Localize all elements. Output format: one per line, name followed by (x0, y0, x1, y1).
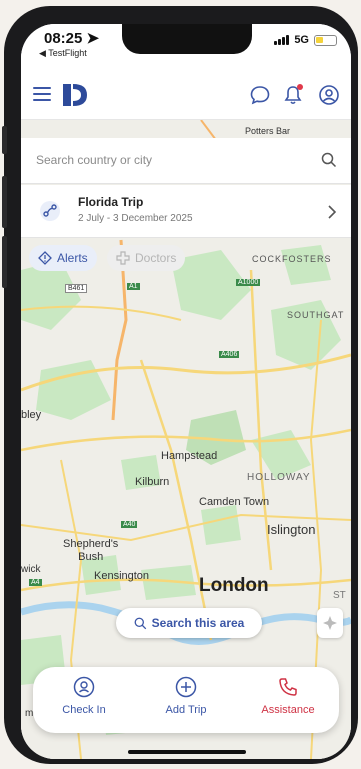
trip-title: Florida Trip (78, 195, 144, 209)
app-logo (63, 84, 87, 106)
map-label-kensington: Kensington (94, 570, 150, 582)
map-label-hampstead: Hampstead (161, 450, 218, 462)
medical-cross-icon (116, 251, 130, 265)
map-label-st: ST (333, 590, 346, 601)
alert-icon (38, 251, 52, 265)
mute-switch (2, 126, 7, 154)
location-arrow-icon: ➤ (86, 30, 100, 47)
search-this-area-button[interactable]: Search this area (116, 608, 262, 638)
nav-assistance[interactable]: Assistance (237, 667, 339, 733)
nav-assistance-label: Assistance (261, 704, 315, 716)
volume-up-button (2, 176, 7, 228)
map-view[interactable]: Potters Bar Search country or city Flori… (21, 120, 351, 759)
nav-add-trip-label: Add Trip (165, 704, 207, 716)
nav-check-in[interactable]: Check In (33, 667, 135, 733)
road-badge-a1: A1 (127, 283, 140, 290)
map-label-islington: Islington (267, 522, 316, 537)
road-badge-a406: A406 (219, 351, 240, 358)
search-bar[interactable]: Search country or city (21, 138, 351, 184)
locate-me-button[interactable] (317, 608, 343, 638)
search-area-icon (134, 617, 146, 629)
phone-icon (279, 678, 297, 696)
chevron-right-icon (328, 205, 337, 219)
map-label-shepherds-bush: Shepherd's Bush (63, 538, 119, 563)
map-label-wembley: bley (21, 409, 42, 421)
road-badge-b461: B461 (65, 284, 88, 293)
doctors-filter-label: Doctors (135, 251, 177, 265)
trip-card[interactable]: Florida Trip 2 July - 3 December 2025 (21, 185, 351, 238)
notifications-button[interactable] (281, 83, 305, 107)
profile-icon[interactable] (317, 83, 341, 107)
app-header (21, 70, 351, 120)
route-icon (40, 201, 60, 221)
trip-dates: 2 July - 3 December 2025 (78, 213, 193, 224)
nav-add-trip[interactable]: Add Trip (135, 667, 237, 733)
map-label-southgate: SOUTHGAT (287, 310, 345, 320)
crosshair-icon (323, 616, 337, 630)
menu-icon[interactable] (33, 87, 51, 105)
map-label-holloway: HOLLOWAY (247, 472, 311, 483)
notification-dot (297, 84, 303, 90)
search-icon[interactable] (321, 152, 337, 168)
chat-icon[interactable] (248, 83, 272, 107)
doctors-filter-chip[interactable]: Doctors (107, 245, 186, 271)
road-badge-a1000: A1000 (236, 279, 261, 286)
alerts-filter-chip[interactable]: Alerts (29, 245, 97, 271)
bottom-navigation: Check In Add Trip Assistance (33, 667, 339, 733)
notch (122, 24, 252, 54)
search-input[interactable]: Search country or city (36, 153, 152, 167)
volume-down-button (2, 236, 7, 288)
signal-icon (274, 35, 290, 45)
back-app-label: TestFlight (48, 48, 87, 58)
status-time: 08:25 ➤ (44, 30, 100, 47)
map-label-cockfosters: COCKFOSTERS (252, 254, 332, 264)
battery-icon (314, 34, 337, 46)
add-trip-icon (175, 676, 197, 698)
map-label-london: London (199, 575, 269, 596)
map-label-camden-town: Camden Town (199, 496, 270, 508)
map-label-wick: wick (21, 564, 41, 575)
road-badge-a40: A40 (121, 521, 138, 528)
check-in-icon (73, 676, 95, 698)
map-label-potters-bar: Potters Bar (245, 126, 291, 136)
nav-check-in-label: Check In (62, 704, 106, 716)
road-badge-a4: A4 (29, 579, 42, 586)
back-to-app-link[interactable]: ◀ TestFlight (39, 48, 87, 59)
alerts-filter-label: Alerts (57, 251, 88, 265)
search-this-area-label: Search this area (151, 616, 245, 630)
status-indicators: 5G (274, 34, 337, 46)
status-bar: 08:25 ➤ ◀ TestFlight 5G (21, 24, 351, 70)
screen: 08:25 ➤ ◀ TestFlight 5G Potters Bar Sear… (21, 24, 351, 759)
map-label-kilburn: Kilburn (135, 476, 170, 488)
home-indicator (128, 750, 246, 754)
phone-frame: 08:25 ➤ ◀ TestFlight 5G Potters Bar Sear… (2, 6, 358, 764)
network-label: 5G (294, 34, 309, 46)
